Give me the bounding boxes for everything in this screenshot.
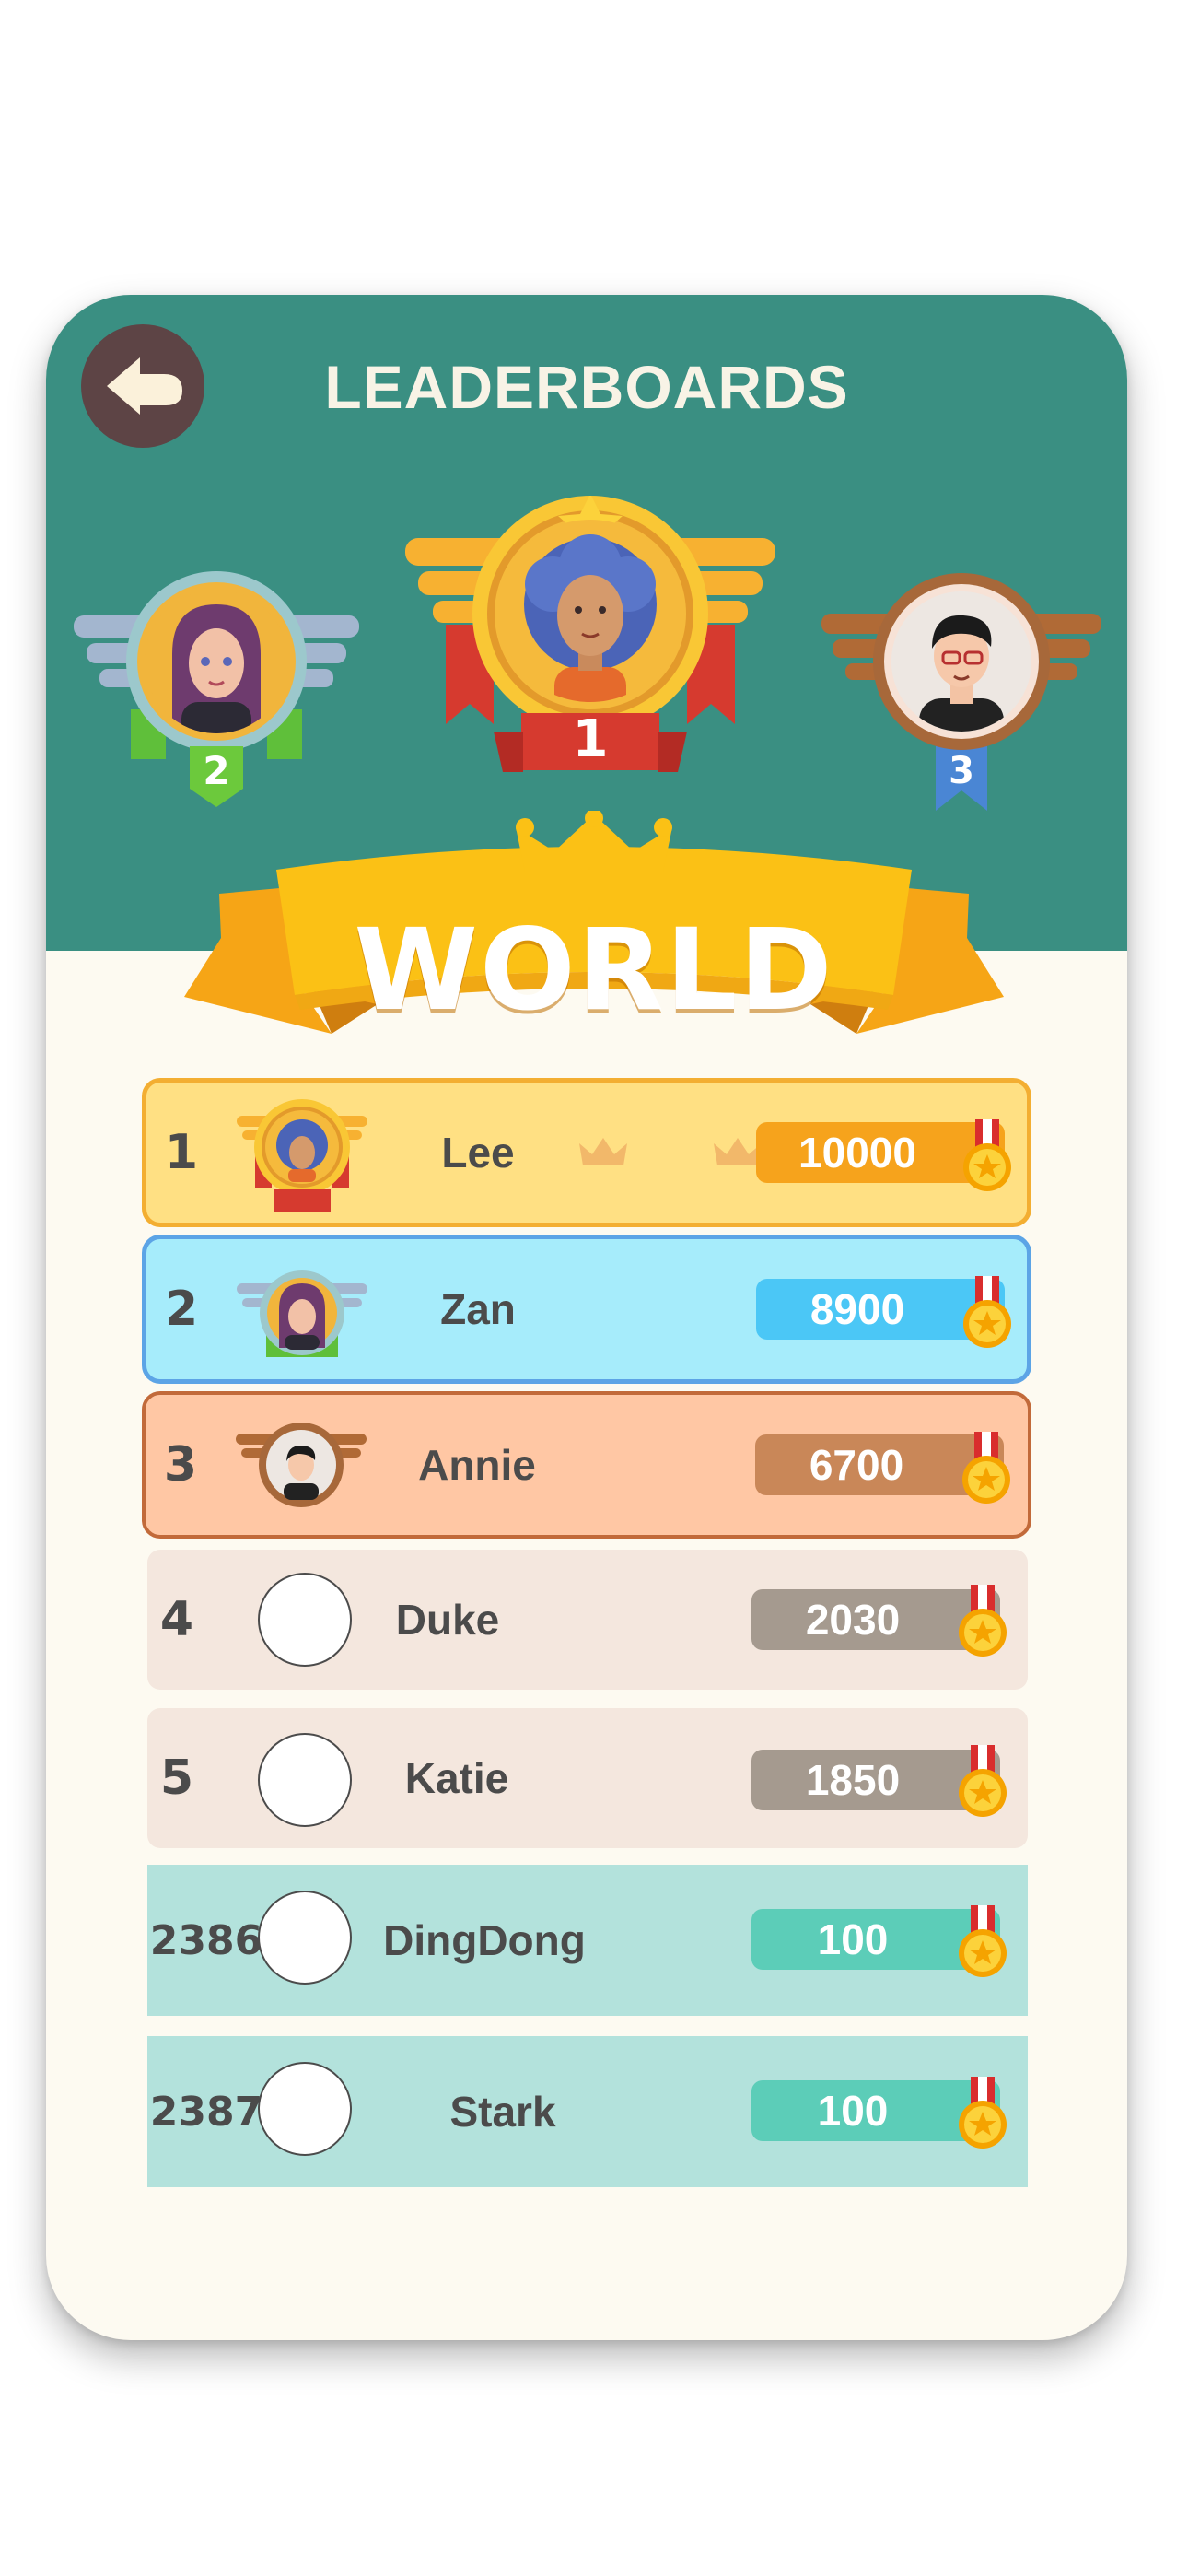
medal-icon [963,1276,1011,1348]
row-player-name: Zan [440,1285,516,1333]
row-rank: 1 [164,1125,199,1180]
podium-third[interactable]: 3 [821,573,1101,813]
row-player-name: Lee [441,1129,515,1177]
row-avatar [232,1408,370,1529]
leaderboard-row[interactable]: 3 Annie 6700 [142,1391,1031,1539]
podium-first[interactable]: 1 [402,496,779,790]
podium-second-number: 2 [203,748,230,793]
avatar-third [891,591,1031,732]
avatar-placeholder [258,1891,352,1985]
medal-icon [963,1119,1011,1191]
medal-icon [959,2077,1007,2149]
avatar-second [145,590,288,733]
podium-second[interactable]: 2 [74,571,359,811]
leaderboard-row[interactable]: 2 Zan 8900 [142,1235,1031,1384]
avatar-first [499,520,681,702]
row-avatar [233,1095,371,1217]
row-player-name: Duke [395,1596,500,1644]
page-title: LEADERBOARDS [324,353,849,421]
crown-icon [579,1138,627,1165]
leaderboard-row[interactable]: 5 Katie 1850 [147,1708,1028,1848]
row-player-name: Stark [449,2088,556,2136]
row-rank: 3 [163,1437,198,1493]
medal-icon [959,1745,1007,1817]
leaderboard-row[interactable]: 1 Lee 10000 [142,1078,1031,1227]
crown-icon [516,811,672,872]
row-rank: 2386 [149,1916,263,1964]
row-rank: 2387 [149,2088,263,2136]
row-player-name: Katie [404,1754,509,1802]
row-rank: 2 [164,1282,199,1337]
row-rank: 5 [159,1751,194,1806]
row-player-name: DingDong [383,1916,586,1964]
row-rank: 4 [159,1592,194,1647]
avatar-placeholder [258,1733,352,1827]
world-banner: WORLD [184,811,1004,1050]
avatar-placeholder [258,1573,352,1667]
leaderboard-row[interactable]: 2387 Stark 100 [147,2036,1028,2187]
crown-icon [714,1138,762,1165]
avatar-placeholder [258,2062,352,2156]
world-label: WORLD [354,905,834,1036]
row-player-name: Annie [418,1441,536,1489]
medal-icon [959,1905,1007,1977]
row-avatar [233,1252,371,1374]
leaderboard-row[interactable]: 4 Duke 2030 [147,1550,1028,1690]
medal-icon [962,1432,1010,1504]
podium-third-number: 3 [949,750,974,792]
leaderboard-card: LEADERBOARDS 1 2 3 WORLD 1 Lee 10000 2 Z… [46,295,1127,2340]
leaderboard-row[interactable]: 2386 DingDong 100 [147,1865,1028,2016]
podium-first-number: 1 [572,709,609,769]
medal-icon [959,1585,1007,1657]
